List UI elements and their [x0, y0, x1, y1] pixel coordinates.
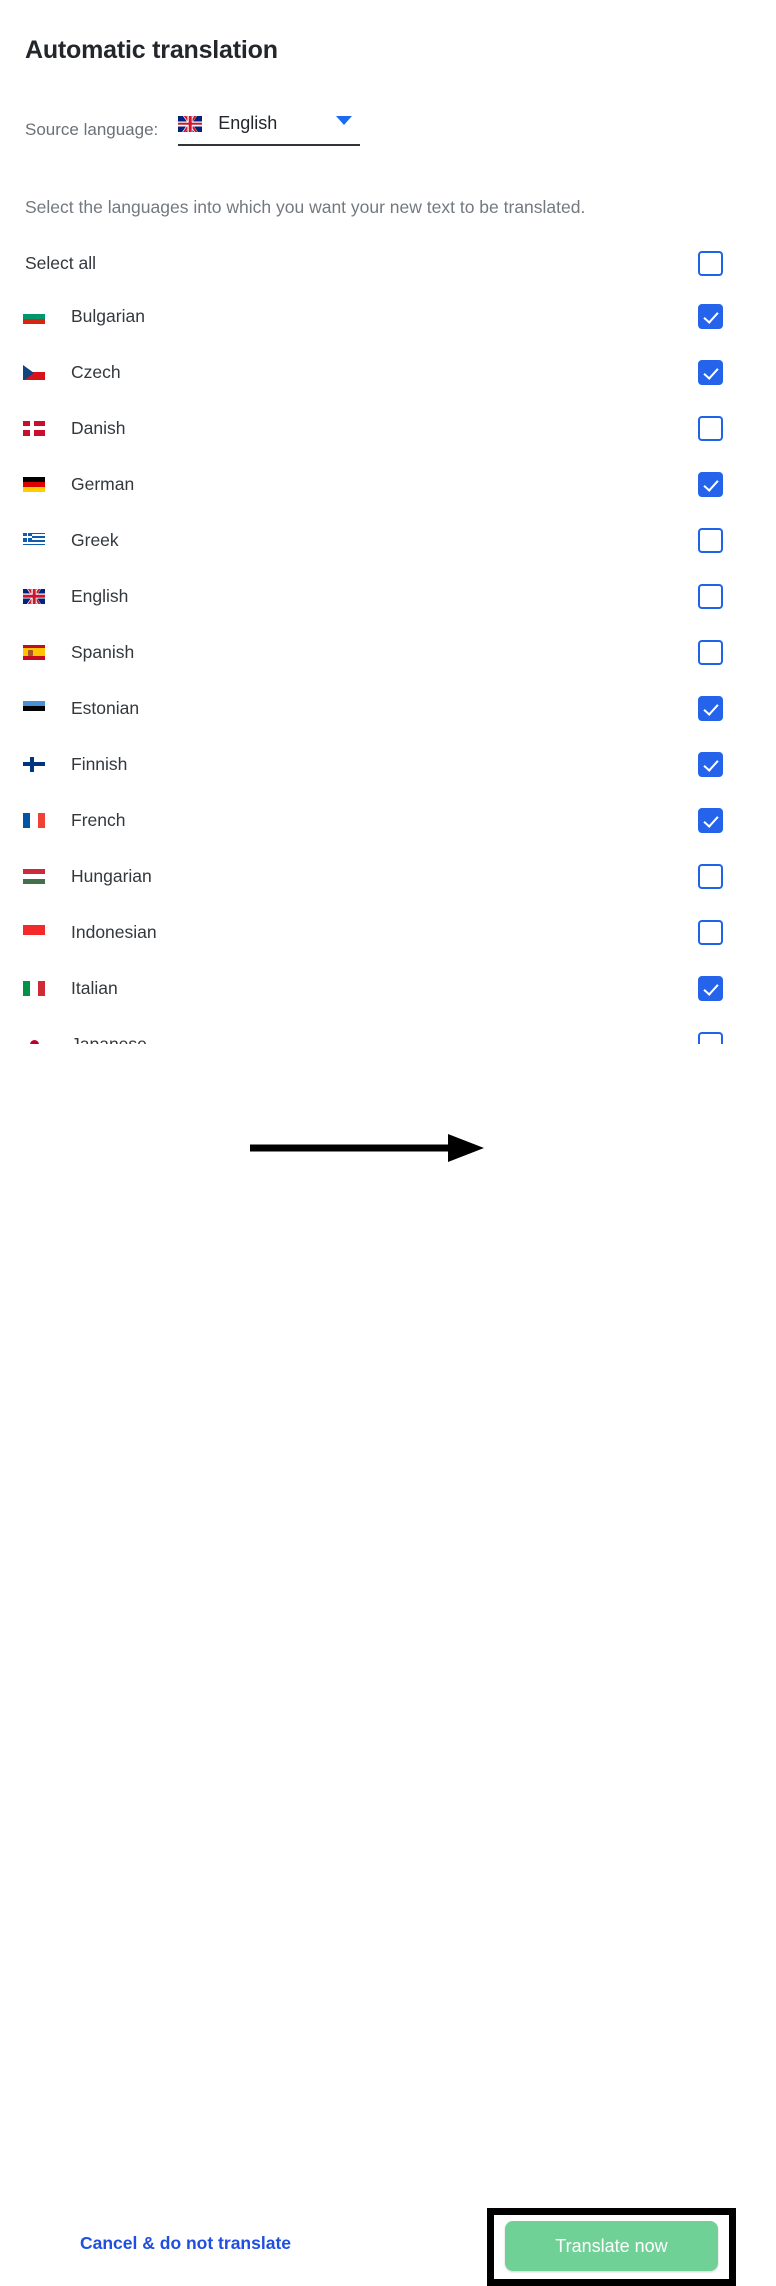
language-checkbox[interactable] — [698, 975, 723, 1001]
cancel-link[interactable]: Cancel & do not translate — [80, 2233, 291, 2254]
list-item[interactable]: English — [0, 568, 776, 624]
flag-de-icon — [23, 476, 45, 492]
source-language-label: Source language: — [25, 119, 159, 139]
select-all-row[interactable]: Select all — [0, 238, 776, 288]
list-item[interactable]: German — [0, 456, 776, 512]
flag-es-icon — [23, 644, 45, 660]
arrow-right-icon — [250, 1134, 484, 1162]
list-item[interactable]: Spanish — [0, 624, 776, 680]
list-item[interactable]: Finnish — [0, 736, 776, 792]
language-label: Bulgarian — [71, 305, 145, 326]
translate-now-button[interactable]: Translate now — [505, 2221, 718, 2271]
language-checkbox[interactable] — [698, 527, 723, 553]
list-item[interactable]: French — [0, 792, 776, 848]
language-label: Indonesian — [71, 921, 157, 942]
language-label: Italian — [71, 977, 118, 998]
language-label: English — [71, 585, 129, 606]
language-checkbox[interactable] — [698, 639, 723, 665]
select-all-label: Select all — [25, 252, 97, 273]
list-item[interactable]: Indonesian — [0, 904, 776, 960]
language-label: Japanese — [71, 1033, 147, 1045]
select-all-checkbox[interactable] — [698, 250, 723, 276]
language-checkbox[interactable] — [698, 1031, 723, 1044]
flag-gb-icon — [178, 115, 203, 132]
flag-bg-icon — [23, 308, 45, 324]
instruction-text: Select the languages into which you want… — [25, 197, 586, 217]
list-item[interactable]: Hungarian — [0, 848, 776, 904]
flag-cz-icon — [23, 364, 45, 380]
flag-it-icon — [23, 980, 45, 996]
list-item[interactable]: Italian — [0, 960, 776, 1016]
language-checkbox[interactable] — [698, 807, 723, 833]
language-checkbox[interactable] — [698, 919, 723, 945]
chevron-down-icon[interactable] — [336, 116, 353, 125]
list-item[interactable]: Estonian — [0, 680, 776, 736]
language-label: Estonian — [71, 697, 140, 718]
language-label: Greek — [71, 529, 119, 550]
flag-jp-icon — [23, 1036, 45, 1044]
language-checkbox[interactable] — [698, 471, 723, 497]
source-language-row: Source language: English — [25, 113, 361, 146]
flag-fi-icon — [23, 756, 45, 772]
language-label: French — [71, 809, 126, 830]
automatic-translation-dialog: Automatic translation Source language: E… — [0, 0, 776, 2286]
language-checkbox[interactable] — [698, 751, 723, 777]
language-label: Hungarian — [71, 865, 152, 886]
flag-hu-icon — [23, 868, 45, 884]
flag-gr-icon — [23, 532, 45, 548]
language-checkbox[interactable] — [698, 303, 723, 329]
language-checkbox[interactable] — [698, 583, 723, 609]
flag-ee-icon — [23, 700, 45, 716]
flag-fr-icon — [23, 812, 45, 828]
language-checkbox[interactable] — [698, 359, 723, 385]
language-checkbox[interactable] — [698, 695, 723, 721]
language-label: Finnish — [71, 753, 128, 774]
source-language-value: English — [218, 113, 278, 133]
list-item[interactable]: Danish — [0, 400, 776, 456]
source-language-select[interactable]: English — [178, 113, 361, 146]
language-label: German — [71, 473, 135, 494]
list-item[interactable]: Greek — [0, 512, 776, 568]
list-item[interactable]: Japanese — [0, 1016, 776, 1044]
language-checkbox[interactable] — [698, 863, 723, 889]
list-item[interactable]: Czech — [0, 344, 776, 400]
language-label: Czech — [71, 361, 121, 382]
list-item[interactable]: Bulgarian — [0, 288, 776, 344]
flag-id-icon — [23, 924, 45, 940]
page-title: Automatic translation — [25, 36, 278, 64]
flag-gb-icon — [23, 588, 45, 604]
language-checkbox[interactable] — [698, 415, 723, 441]
language-list: Select all Bulgarian Czech Danish German… — [0, 238, 776, 1044]
flag-dk-icon — [23, 420, 45, 436]
language-label: Danish — [71, 417, 126, 438]
language-label: Spanish — [71, 641, 135, 662]
